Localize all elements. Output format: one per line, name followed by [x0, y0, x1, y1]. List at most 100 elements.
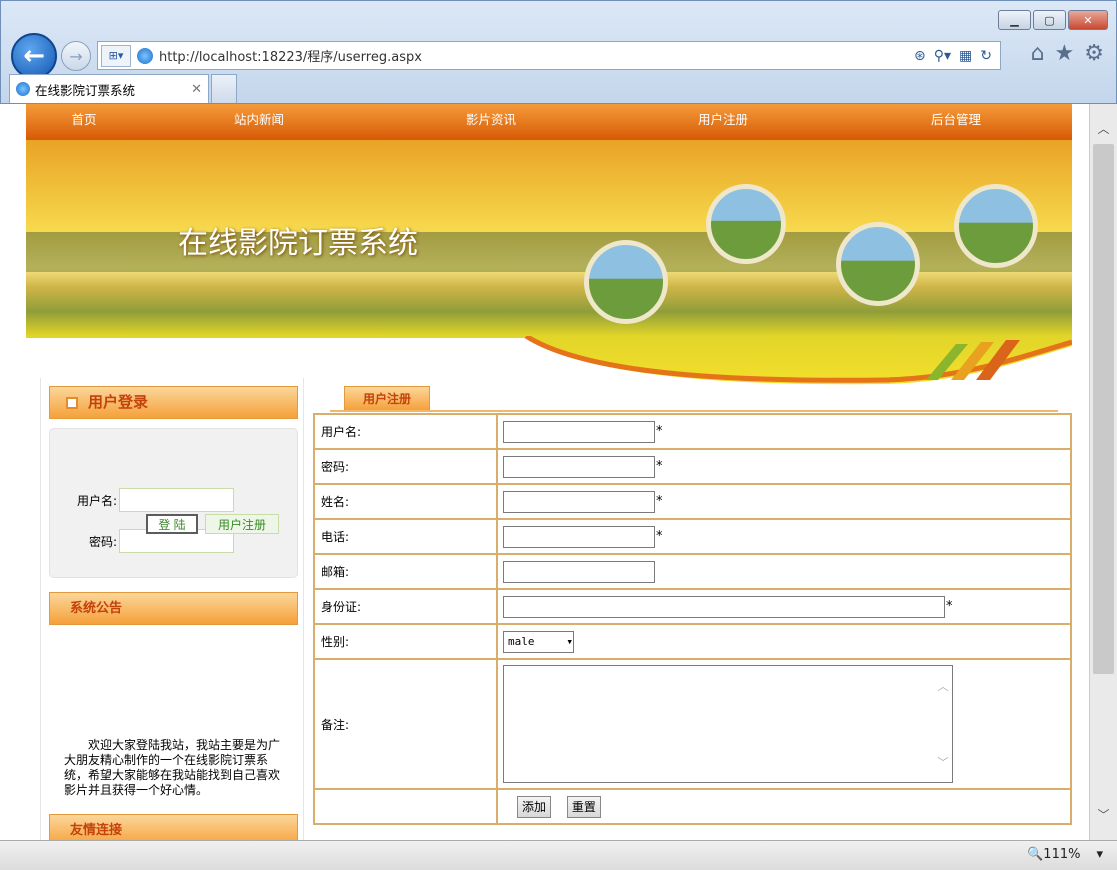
nav-register[interactable]: 用户注册 [606, 104, 840, 140]
register-tab: 用户注册 [344, 386, 430, 410]
form-row-gender: 性别: male ▾ [313, 623, 1072, 660]
remark-textarea[interactable]: ︿ ﹀ [503, 665, 953, 783]
form-row-username: 用户名: * [313, 413, 1072, 450]
password-required-mark: * [656, 459, 663, 474]
page-scrollbar[interactable]: ︿ ﹀ [1089, 104, 1117, 840]
page-viewport: 首页 站内新闻 影片资讯 用户注册 后台管理 在线影院订票系统 用户登录 用户名… [0, 104, 1089, 840]
name-label: 姓名: [313, 483, 498, 520]
search-icon[interactable]: ⚲▾ [934, 48, 951, 64]
phone-input[interactable] [503, 525, 655, 548]
notice-panel-header: 系统公告 [49, 592, 298, 625]
top-nav: 首页 站内新闻 影片资讯 用户注册 后台管理 [26, 104, 1072, 140]
login-username-label: 用户名: [76, 493, 117, 508]
idcard-required-mark: * [946, 599, 953, 614]
zoom-icon: 🔍 [1027, 847, 1044, 862]
password-input[interactable] [503, 455, 655, 478]
banner-photo-2 [706, 184, 786, 264]
username-required-mark: * [656, 424, 663, 439]
new-tab-button[interactable] [211, 74, 237, 103]
idcard-label: 身份证: [313, 588, 498, 625]
scroll-thumb[interactable] [1093, 144, 1114, 674]
nav-news[interactable]: 站内新闻 [142, 104, 376, 140]
form-row-actions: 添加 重置 [313, 788, 1072, 825]
status-bar: 🔍111% ▾ [0, 840, 1117, 870]
scroll-up-icon[interactable]: ︿ [1090, 116, 1117, 140]
gear-icon[interactable]: ⚙ [1084, 41, 1104, 66]
minimize-icon[interactable]: ▁ [998, 10, 1031, 30]
banner-photo-1 [584, 240, 668, 324]
chevron-down-icon: ▾ [566, 635, 573, 648]
register-form: 用户名: * 密码: * 姓名: * 电话: * 邮箱: 身份证: * 性别: … [313, 413, 1072, 825]
login-title: 用户登录 [88, 393, 149, 411]
nav-movies[interactable]: 影片资讯 [376, 104, 606, 140]
maximize-icon[interactable]: ▢ [1033, 10, 1066, 30]
gender-label: 性别: [313, 623, 498, 660]
address-tools: ⊛ ⚲▾ ▦ ↻ [914, 48, 992, 64]
banner-title: 在线影院订票系统 [178, 226, 418, 261]
chevron-down-icon: ﹀ [937, 756, 949, 769]
form-row-idcard: 身份证: * [313, 588, 1072, 625]
name-required-mark: * [656, 494, 663, 509]
banner-photo-3 [836, 222, 920, 306]
compat-icon[interactable]: ⊛ [914, 48, 926, 64]
phone-label: 电话: [313, 518, 498, 555]
links-panel-header: 友情连接 [49, 814, 298, 840]
tab-underline [330, 410, 1058, 412]
add-button[interactable]: 添加 [517, 795, 552, 818]
email-input[interactable] [503, 560, 655, 583]
remark-label: 备注: [313, 658, 498, 790]
email-label: 邮箱: [313, 553, 498, 590]
window-controls: ▁ ▢ ✕ [998, 10, 1108, 30]
textarea-scrollbar[interactable]: ︿ ﹀ [934, 666, 952, 782]
sidebar: 用户登录 用户名: 密码: 登 陆 用户注册 系统公告 欢迎大家登陆我站，我站主… [40, 378, 304, 840]
idcard-input[interactable] [503, 595, 945, 618]
username-label: 用户名: [313, 413, 498, 450]
gender-select-value: male [508, 635, 535, 648]
close-window-icon[interactable]: ✕ [1068, 10, 1108, 30]
page-icon[interactable]: ▦ [959, 48, 972, 64]
zoom-control[interactable]: 🔍111% ▾ [1027, 847, 1103, 862]
nav-admin[interactable]: 后台管理 [840, 104, 1072, 140]
name-input[interactable] [503, 490, 655, 513]
form-row-name: 姓名: * [313, 483, 1072, 520]
form-row-password: 密码: * [313, 448, 1072, 485]
forward-arrow-icon[interactable]: → [61, 41, 91, 71]
ie-tab-icon [16, 82, 30, 96]
nav-home[interactable]: 首页 [26, 104, 142, 140]
login-header-icon [66, 397, 78, 409]
form-row-remark: 备注: ︿ ﹀ [313, 658, 1072, 790]
password-label: 密码: [313, 448, 498, 485]
refresh-icon[interactable]: ↻ [980, 48, 992, 64]
login-button[interactable]: 登 陆 [146, 514, 198, 534]
login-panel-header: 用户登录 [49, 386, 298, 419]
reset-button[interactable]: 重置 [566, 795, 601, 818]
favorites-star-icon[interactable]: ★ [1055, 41, 1075, 66]
zoom-dropdown-icon[interactable]: ▾ [1096, 847, 1103, 862]
phone-required-mark: * [656, 529, 663, 544]
chevron-up-icon: ︿ [937, 680, 949, 693]
login-password-label: 密码: [88, 534, 117, 549]
notice-text: 欢迎大家登陆我站，我站主要是为广大朋友精心制作的一个在线影院订票系统，希望大家能… [64, 738, 280, 797]
sidebar-register-button[interactable]: 用户注册 [205, 514, 279, 534]
url-text[interactable]: http://localhost:18223/程序/userreg.aspx [159, 46, 914, 65]
form-row-phone: 电话: * [313, 518, 1072, 555]
toolbar-icons: ⌂ ★ ⚙ [1031, 41, 1104, 66]
home-icon[interactable]: ⌂ [1031, 41, 1045, 66]
close-tab-icon[interactable]: ✕ [191, 82, 202, 97]
browser-tab[interactable]: 在线影院订票系统 ✕ [9, 74, 209, 103]
zoom-level: 111% [1043, 847, 1081, 862]
tab-title: 在线影院订票系统 [35, 82, 136, 98]
banner: 在线影院订票系统 [26, 140, 1072, 385]
browser-chrome: ▁ ▢ ✕ ← → ⊞▾ http://localhost:18223/程序/u… [0, 0, 1117, 104]
compat-view-icon[interactable]: ⊞▾ [101, 44, 131, 67]
back-arrow-icon[interactable]: ← [11, 33, 57, 79]
address-bar[interactable]: ⊞▾ http://localhost:18223/程序/userreg.asp… [97, 41, 1001, 70]
login-username-row: 用户名: [69, 488, 234, 512]
login-username-input[interactable] [119, 488, 234, 512]
ie-page-icon [137, 47, 153, 64]
scroll-down-icon[interactable]: ﹀ [1090, 802, 1117, 826]
gender-select[interactable]: male ▾ [503, 630, 574, 653]
form-row-email: 邮箱: [313, 553, 1072, 590]
username-input[interactable] [503, 420, 655, 443]
banner-photo-4 [954, 184, 1038, 268]
